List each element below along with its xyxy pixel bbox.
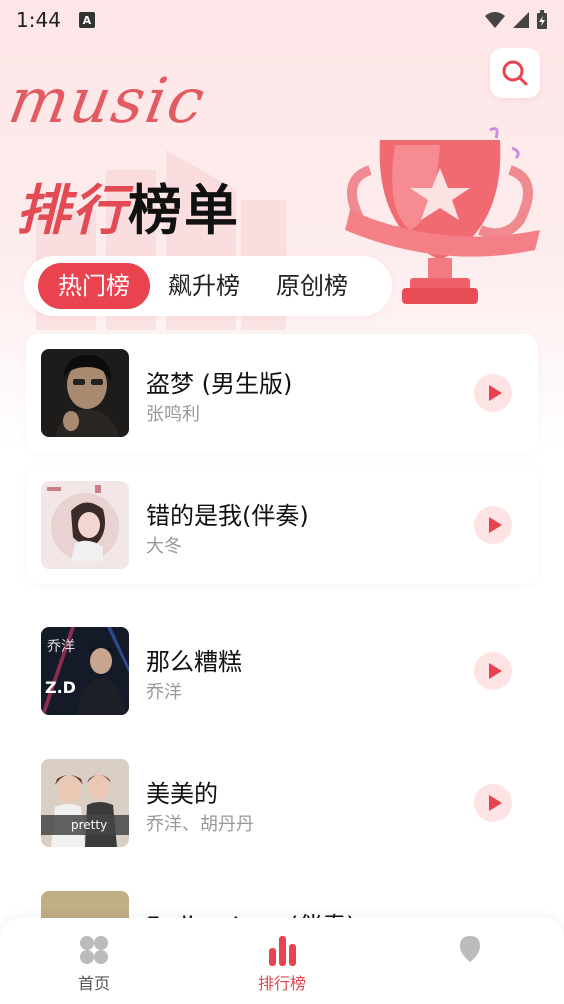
tab-hot[interactable]: 热门榜 (38, 263, 150, 309)
wifi-icon (485, 12, 505, 28)
battery-icon (537, 10, 547, 29)
page-title: 排行榜单 (16, 166, 240, 245)
song-artist: 张鸣利 (146, 404, 200, 425)
song-title: 美美的 (146, 780, 218, 808)
nav-ranking-label: 排行榜 (257, 974, 306, 993)
song-row[interactable]: pretty 美美的 乔洋、胡丹丹 (26, 744, 538, 862)
album-cover: pretty (41, 759, 129, 847)
play-icon (488, 385, 502, 401)
notification-icon: A (78, 12, 95, 28)
location-pin-icon (460, 936, 480, 962)
cover-logo-text: Z.D (45, 678, 76, 697)
album-cover: 乔洋 Z.D (41, 627, 129, 715)
play-button[interactable] (474, 652, 512, 690)
tab-rising[interactable]: 飙升榜 (150, 263, 258, 309)
song-title: 错的是我(伴奏) (146, 502, 309, 530)
song-title: 那么糟糕 (146, 648, 242, 676)
page-title-highlight: 排行 (16, 179, 128, 242)
cover-title-text: pretty (71, 818, 107, 832)
song-artist: 乔洋、胡丹丹 (146, 814, 254, 835)
nav-home-label: 首页 (77, 974, 110, 993)
ranking-tabs: 热门榜 飙升榜 原创榜 (24, 256, 392, 316)
song-row[interactable]: 盗梦 (男生版) 张鸣利 (26, 334, 538, 452)
play-icon (488, 517, 502, 533)
play-icon (488, 663, 502, 679)
search-icon (502, 60, 528, 86)
nav-ranking[interactable]: 排行榜 (222, 934, 342, 994)
song-row[interactable]: 错的是我(伴奏) 大冬 (26, 466, 538, 584)
song-title: 盗梦 (男生版) (146, 370, 293, 398)
status-bar: 1:44 A (0, 0, 564, 40)
song-artist: 大冬 (146, 536, 182, 557)
play-button[interactable] (474, 784, 512, 822)
bottom-navigation: 首页 排行榜 (0, 918, 564, 1004)
song-artist: 乔洋 (146, 682, 182, 703)
song-row[interactable]: 乔洋 Z.D 那么糟糕 乔洋 (26, 612, 538, 730)
ranking-page: 1:44 A music 排行榜单 热门榜 飙升榜 原创榜 盗梦 (男生版) 张… (0, 0, 564, 1004)
status-icons (484, 10, 548, 30)
nav-home[interactable]: 首页 (34, 934, 154, 994)
play-button[interactable] (474, 374, 512, 412)
cover-artist-text: 乔洋 (47, 639, 75, 655)
tab-original[interactable]: 原创榜 (258, 263, 366, 309)
grid-icon (80, 936, 108, 964)
nav-location[interactable] (410, 934, 530, 970)
album-cover (41, 349, 129, 437)
status-time: 1:44 (16, 8, 61, 32)
album-cover (41, 481, 129, 569)
search-button[interactable] (490, 48, 540, 98)
play-icon (488, 795, 502, 811)
page-title-main: 榜单 (128, 179, 240, 242)
signal-icon (513, 12, 529, 28)
play-button[interactable] (474, 506, 512, 544)
music-logo: music (3, 64, 212, 137)
chart-bars-icon (269, 936, 296, 966)
